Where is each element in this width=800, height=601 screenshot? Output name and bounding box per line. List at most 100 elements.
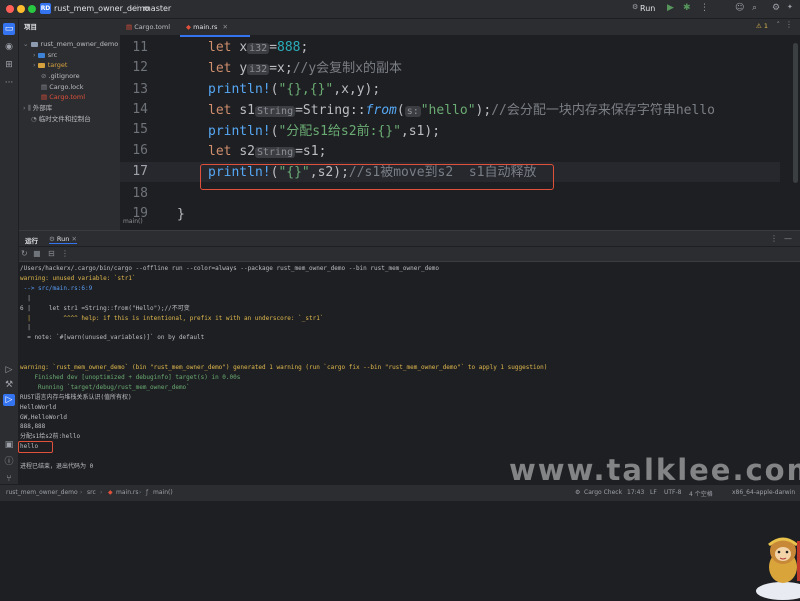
- window-maximize-button[interactable]: [28, 5, 36, 13]
- line-number-gutter: 11 12 13 14 15 16 17 18 19: [120, 36, 148, 232]
- more-options-icon[interactable]: ⋮: [770, 234, 778, 243]
- code-line-15[interactable]: println!("分配s1给s2前:{}",s1);: [208, 122, 440, 142]
- status-path-file[interactable]: main.rs: [116, 489, 139, 496]
- code-area[interactable]: let x i32 =888; let y i32 =x;//y会复制x的副本 prin…: [177, 36, 800, 232]
- tree-item-gitignore[interactable]: ⊘ .gitignore: [41, 71, 80, 81]
- minimize-panel-icon[interactable]: —: [784, 234, 792, 243]
- cursor-position[interactable]: 17:43: [627, 489, 644, 496]
- project-tool-icon[interactable]: ▭: [3, 23, 15, 35]
- account-icon[interactable]: ☺: [735, 3, 744, 13]
- line-separator[interactable]: LF: [650, 489, 657, 496]
- debug-icon[interactable]: ✱: [683, 3, 691, 13]
- warning-count-badge[interactable]: ⚠ 1: [756, 22, 768, 30]
- highlight-box: [200, 164, 554, 190]
- run-config-dropdown[interactable]: Run: [640, 4, 655, 13]
- editor-breadcrumb[interactable]: main(): [120, 218, 143, 230]
- problems-icon[interactable]: ⓘ: [3, 456, 15, 468]
- commit-icon[interactable]: ◉: [3, 41, 15, 53]
- scratch-icon: ◔: [31, 115, 37, 123]
- code-line-13[interactable]: println!("{},{}",x,y);: [208, 80, 380, 100]
- code-editor[interactable]: ▤ Cargo.toml ◆ main.rs ✕ ⚠ 1 ˄ ⋮ 11 12 1…: [120, 19, 800, 230]
- chevron-right-icon[interactable]: ›: [33, 51, 36, 59]
- tree-item-cargo-toml[interactable]: ▤ Cargo.toml: [41, 92, 85, 102]
- file-encoding[interactable]: UTF-8: [664, 489, 682, 496]
- monkey-king-sticker: [756, 537, 800, 600]
- line-number: 14: [132, 102, 148, 117]
- indent-setting[interactable]: 4 个空格: [689, 489, 713, 498]
- terminal-icon[interactable]: ▣: [3, 439, 15, 451]
- chevron-up-icon[interactable]: ˄: [777, 21, 781, 29]
- stop-icon[interactable]: ■: [33, 249, 41, 258]
- console-line: 进程已结束，退出代码为 0: [20, 463, 94, 470]
- watermark: www.talklee.com: [509, 453, 800, 487]
- structure-icon[interactable]: ⊞: [3, 59, 15, 71]
- chevron-right-icon[interactable]: ›: [33, 61, 36, 69]
- more-actions-icon[interactable]: ⋮: [700, 3, 709, 13]
- run-panel: 运行 ⚙ Run ✕ ⋮ — ↻ ■ ⊟ ⋮ /Users/hackerx/.c…: [18, 230, 800, 600]
- library-icon: ⫼: [27, 104, 31, 112]
- rerun-icon[interactable]: ↻: [21, 249, 28, 258]
- editor-scrollbar[interactable]: [793, 43, 798, 183]
- function-icon: ƒ: [146, 489, 149, 496]
- source-folder-icon: [37, 52, 45, 58]
- target-triple[interactable]: x86_64-apple-darwin: [732, 489, 795, 496]
- code-line-12[interactable]: let y i32 =x;//y会复制x的副本: [208, 59, 402, 79]
- ai-assistant-icon[interactable]: ✦: [787, 3, 793, 11]
- lock-file-icon: ▤: [41, 83, 48, 91]
- code-line-14[interactable]: let s1 String =String::from(s: "hello");//会…: [208, 101, 715, 121]
- project-panel: 项目 ⌄ rust_mem_owner_demo › src › target …: [19, 19, 120, 230]
- more-tools-icon[interactable]: ···: [3, 77, 15, 89]
- output-highlight-box: [18, 441, 53, 454]
- console-line: |: [20, 294, 31, 302]
- code-line-11[interactable]: let x i32 =888;: [208, 38, 308, 58]
- line-number-current: 17: [132, 164, 148, 179]
- console-line: warning: unused variable: `str1`: [20, 274, 136, 282]
- run-icon[interactable]: ▶: [667, 3, 674, 13]
- chevron-right-icon[interactable]: ›: [23, 104, 26, 112]
- status-path-src[interactable]: src: [87, 489, 96, 496]
- run-tool-icon[interactable]: ▷: [3, 364, 15, 376]
- branch-dropdown[interactable]: master: [143, 4, 171, 13]
- tree-item-cargo-lock[interactable]: ▤ Cargo.lock: [41, 82, 84, 92]
- services-icon[interactable]: ⚒: [3, 379, 15, 391]
- run-panel-icon[interactable]: ▷: [3, 394, 15, 406]
- tabs-menu-icon[interactable]: ⋮: [785, 20, 793, 29]
- tree-item-src[interactable]: › src: [33, 50, 57, 60]
- tree-item-target[interactable]: › target: [33, 60, 67, 70]
- run-panel-title: 运行: [25, 237, 38, 245]
- line-number: 13: [132, 82, 148, 97]
- tab-run[interactable]: ⚙ Run ✕: [49, 235, 77, 244]
- close-tab-icon[interactable]: ✕: [71, 235, 76, 243]
- window-close-button[interactable]: [6, 5, 14, 13]
- code-line-19[interactable]: }: [177, 205, 185, 225]
- type-hint: String: [254, 147, 296, 158]
- chevron-down-icon[interactable]: ⌄: [23, 40, 28, 48]
- tree-item-root[interactable]: ⌄ rust_mem_owner_demo: [23, 39, 118, 49]
- tab-cargo-toml[interactable]: ▤ Cargo.toml: [120, 19, 184, 35]
- excluded-folder-icon: [37, 62, 45, 68]
- search-icon[interactable]: ⌕: [752, 3, 757, 13]
- code-line-16[interactable]: let s2 String =s1;: [208, 142, 326, 162]
- branch-icon: ⑂: [134, 3, 139, 12]
- layout-icon[interactable]: ⊟: [48, 249, 55, 258]
- tab-main-rs[interactable]: ◆ main.rs ✕: [180, 19, 250, 37]
- status-path-fn[interactable]: main(): [153, 489, 173, 496]
- cargo-check-widget[interactable]: Cargo Check: [584, 489, 622, 496]
- console-line: HelloWorld: [20, 403, 57, 411]
- editor-tabs: ▤ Cargo.toml ◆ main.rs ✕ ⚠ 1 ˄ ⋮: [120, 19, 800, 37]
- line-number: 15: [132, 122, 148, 137]
- status-bar: rust_mem_owner_demo › src › ◆ main.rs › …: [0, 484, 800, 501]
- console-line: 6 | let str1 =String::from("Hello");//不可…: [20, 304, 190, 312]
- line-number: 11: [132, 40, 148, 55]
- cargo-check-icon: ⚙: [575, 489, 581, 496]
- tree-item-scratches[interactable]: ◔ 临时文件和控制台: [31, 114, 91, 124]
- rust-file-icon: ◆: [186, 23, 191, 31]
- status-path-project[interactable]: rust_mem_owner_demo: [6, 489, 78, 496]
- window-minimize-button[interactable]: [17, 5, 25, 13]
- close-tab-icon[interactable]: ✕: [223, 23, 228, 31]
- tree-item-external-libraries[interactable]: › ⫼ 外部库: [23, 103, 52, 113]
- console-line: warning: `rust_mem_owner_demo` (bin "rus…: [20, 364, 548, 371]
- settings-icon[interactable]: ⚙: [772, 3, 780, 13]
- more-icon[interactable]: ⋮: [61, 249, 69, 258]
- project-badge[interactable]: RD: [40, 3, 51, 14]
